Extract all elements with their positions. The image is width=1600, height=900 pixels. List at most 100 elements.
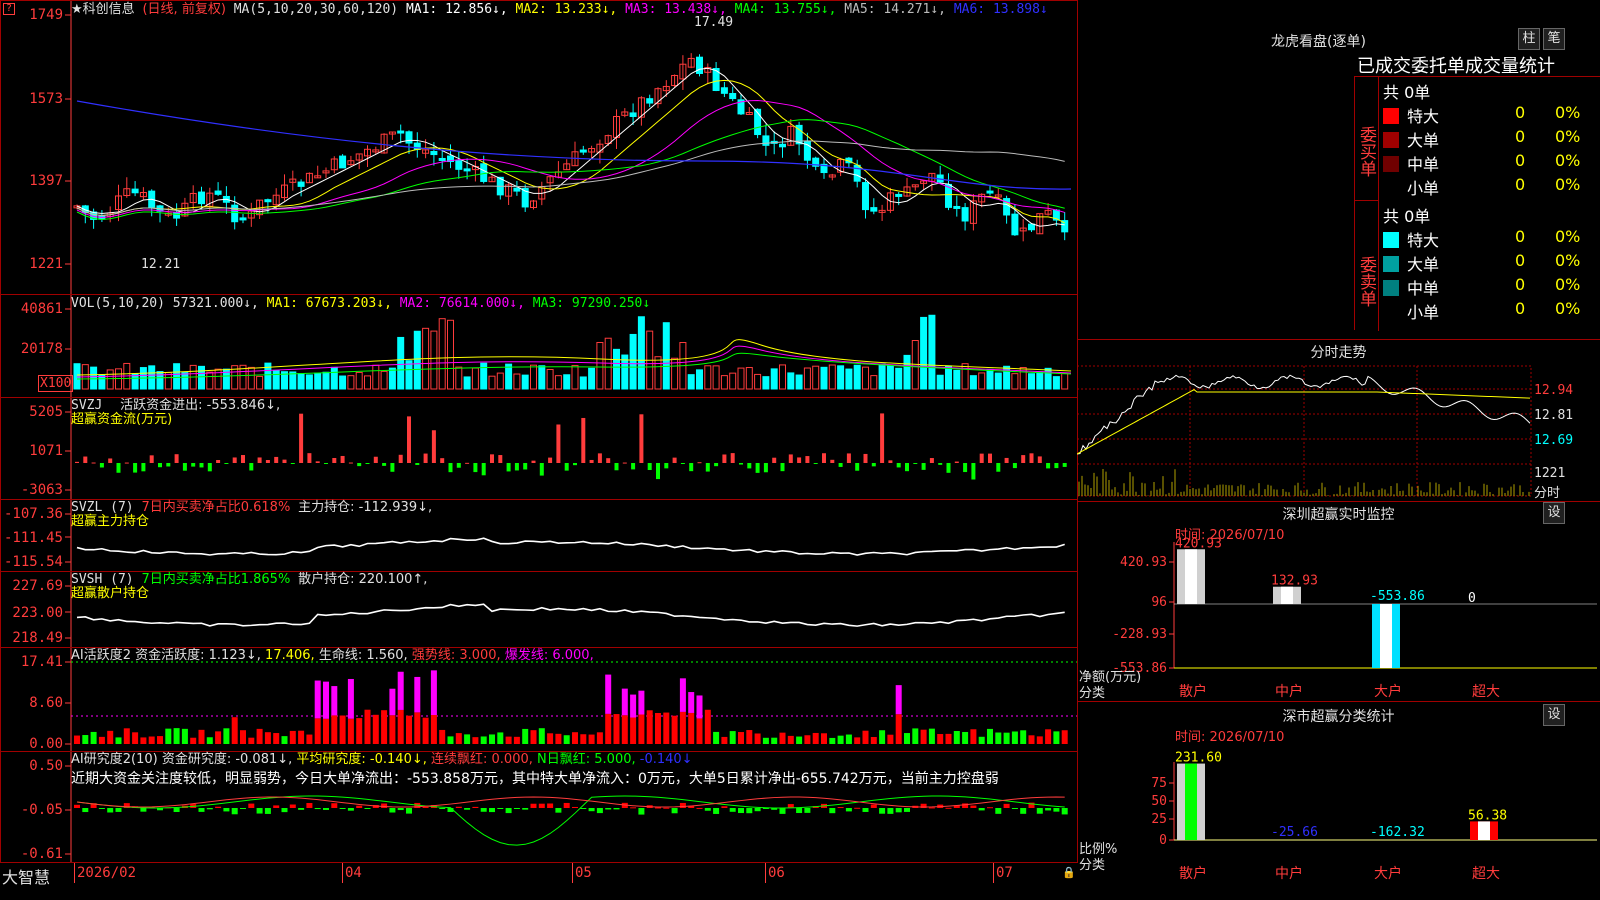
sz-class-panel[interactable]: 深市超赢分类统计 设 时间: 2026/07/10 75 50 25 0 231.60 散… — [1077, 702, 1600, 900]
lhb-bar-button[interactable]: 柱 — [1518, 28, 1540, 50]
activity-bar — [389, 715, 396, 744]
research-bar — [887, 808, 894, 814]
research-bar — [796, 808, 803, 814]
research-bar — [356, 805, 363, 808]
intraday-panel[interactable]: 分时走势 12.94 12.81 12.69 1221 分时 — [1077, 340, 1600, 502]
lhb-stroke-button[interactable]: 笔 — [1543, 28, 1565, 50]
activity-bar — [538, 728, 545, 744]
fund-flow-bar — [606, 458, 611, 463]
lhb-sell-side-label: 委卖单 — [1355, 201, 1379, 331]
candle-body — [895, 193, 903, 197]
lhb-row-pct: 0% — [1555, 103, 1581, 122]
fund-flow-bar — [979, 453, 984, 463]
activity-bar — [231, 717, 238, 744]
lhb-title: 龙虎看盘(逐单) — [1271, 34, 1366, 50]
candle-body — [214, 190, 222, 195]
candle-body — [579, 149, 587, 153]
divider-tick-5 — [993, 863, 994, 883]
svsh-pane[interactable]: SVSH (7) 7日内买卖净占比1.865% 散户持仓: 220.100↑, … — [0, 571, 1078, 648]
fund-flow-bar — [896, 463, 901, 468]
lhb-buy-row: 特大 0 0% — [1383, 103, 1580, 127]
fund-flow-bar — [971, 463, 976, 480]
fund-flow-bar — [614, 463, 619, 471]
fund-flow-bar — [498, 455, 503, 463]
volume-bar — [1052, 376, 1060, 390]
fund-flow-bar — [639, 414, 644, 463]
main-chart-pane[interactable]: ★科创信息 (日线, 前复权) MA(5,10,20,30,60,120) MA… — [0, 0, 1078, 295]
activity-bar-high — [430, 670, 437, 716]
activity-bar — [140, 737, 147, 744]
vol-value: 57321.000↓, — [172, 296, 259, 311]
activity-bar — [123, 728, 130, 744]
fund-flow-bar — [863, 453, 868, 463]
activity-bar-high — [314, 680, 321, 719]
fund-flow-bar — [597, 453, 602, 463]
research-bar — [879, 808, 886, 814]
volume-bar — [704, 365, 712, 390]
svzl-pane[interactable]: SVZL (7) 7日内买卖净占比0.618% 主力持仓: -112.939↓,… — [0, 499, 1078, 572]
svzj-y-top: 5205 — [29, 404, 63, 420]
volume-bar — [820, 366, 828, 390]
volume-bar — [397, 336, 405, 390]
sz-monitor-panel[interactable]: 深圳超赢实时监控 设 时间: 2026/07/10 420.93 96 -228.9… — [1077, 502, 1600, 702]
volume-bar — [920, 316, 928, 390]
ai-activity-pane[interactable]: AI活跃度2 资金活跃度: 1.123↓, 17.406, 生命线: 1.560… — [0, 647, 1078, 752]
fund-flow-bar — [108, 458, 113, 463]
fund-flow-bar — [473, 463, 478, 473]
ma4-value: MA4: 13.755↓, — [734, 2, 837, 17]
app-logo[interactable]: 大智慧 — [2, 864, 50, 888]
activity-bar — [638, 714, 645, 744]
fund-flow-bar — [116, 463, 121, 473]
volume-bar — [696, 369, 703, 390]
volume-bar — [936, 374, 944, 390]
activity-bar — [472, 737, 479, 744]
volume-bar — [272, 369, 280, 390]
intraday-y-top: 12.94 — [1534, 383, 1574, 398]
activity-bar — [248, 737, 255, 744]
category-label: 大户 — [1374, 865, 1402, 882]
intraday-vol-label: 1221 — [1534, 466, 1566, 481]
research-avg-line — [76, 796, 1065, 808]
activity-bar — [314, 718, 321, 744]
volume-bar — [1028, 373, 1035, 390]
category-value-label: -553.86 — [1370, 589, 1425, 604]
volume-bar — [471, 367, 479, 390]
svzj-pane[interactable]: SVZJ 活跃资金进出: -553.846↓, 超赢资金流(万元) 5205 1… — [0, 397, 1078, 500]
category-label: 中户 — [1275, 683, 1303, 700]
lhb-buy-row: 中单 0 0% — [1383, 151, 1580, 175]
activity-bar — [190, 737, 197, 744]
activity-bar — [679, 711, 686, 744]
research-bar — [298, 808, 305, 810]
fund-flow-bar — [921, 463, 926, 470]
y-label-1749: 1749 — [29, 7, 63, 23]
activity-bar — [497, 732, 504, 744]
svzl-ratio: 7日内买卖净占比0.618% — [141, 500, 291, 515]
lock-icon[interactable]: 🔒 — [1062, 866, 1076, 879]
research-bar — [74, 804, 80, 808]
candle-body — [405, 131, 413, 144]
activity-bar-high — [696, 695, 703, 719]
activity-bar — [1020, 730, 1027, 744]
activity-bar — [945, 733, 952, 744]
candle-body — [297, 181, 305, 187]
stock-name: ★科创信息 — [71, 2, 135, 17]
research-bar — [721, 806, 728, 808]
bar-y-label: -228.93 — [1112, 627, 1167, 642]
svzl-y-bottom: -115.54 — [3, 554, 63, 570]
research-bar — [98, 808, 105, 809]
ma-line — [76, 119, 1065, 220]
svzj-title: SVZJ — [71, 398, 103, 413]
candle-body — [1011, 213, 1019, 236]
fund-flow-bar — [1054, 463, 1059, 469]
category-label: 超大 — [1472, 684, 1500, 700]
lhb-row-pct: 0% — [1555, 175, 1581, 194]
research-bar — [397, 808, 404, 811]
fund-flow-bar — [871, 463, 876, 467]
research-bar — [248, 803, 255, 808]
research-bar — [978, 808, 985, 811]
candlestick-chart[interactable] — [1, 1, 1077, 294]
volume-pane[interactable]: VOL(5,10,20) 57321.000↓, MA1: 67673.203↓… — [0, 294, 1078, 398]
activity-bar — [90, 731, 97, 744]
ai-research-pane[interactable]: AI研究度2(10) 资金研究度: -0.081↓, 平均研究度: -0.140… — [0, 751, 1078, 863]
activity-bar — [821, 733, 827, 744]
